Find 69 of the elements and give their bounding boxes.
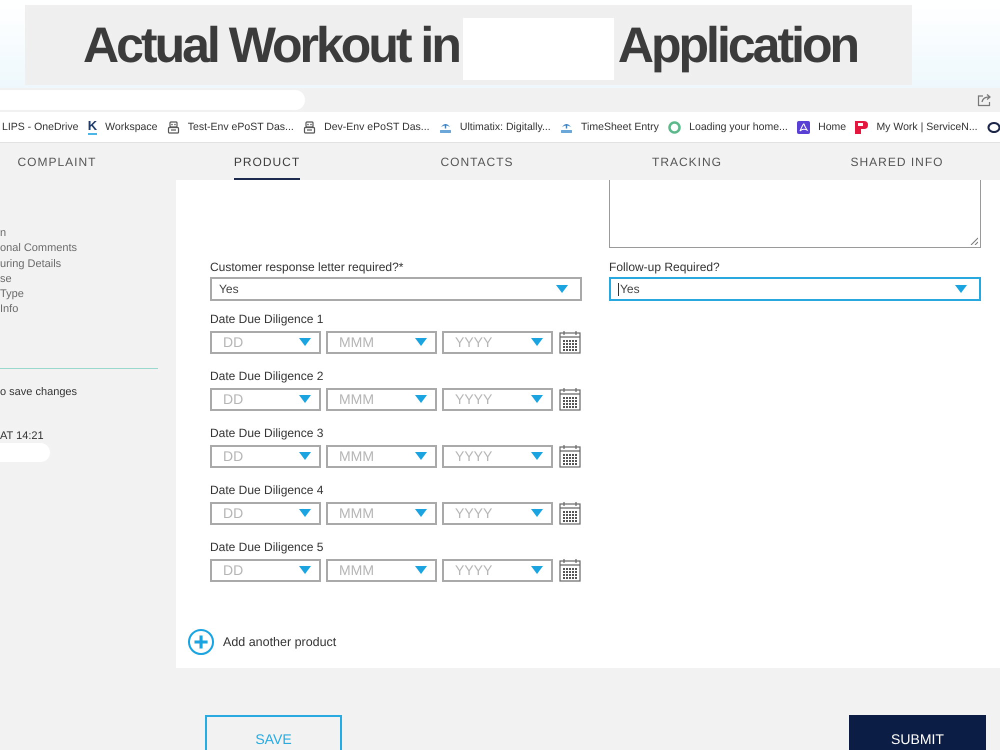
calendar-icon[interactable] xyxy=(559,501,581,525)
caret-icon xyxy=(299,395,311,403)
caret-icon xyxy=(556,285,568,293)
caret-icon xyxy=(299,452,311,460)
add-product-button[interactable]: Add another product xyxy=(188,629,336,655)
field-label: Date Due Diligence 1 xyxy=(210,311,324,327)
tab[interactable]: SHARED INFO xyxy=(850,143,944,180)
tab[interactable]: CONTACTS xyxy=(440,143,514,180)
calendar-icon[interactable] xyxy=(559,558,581,582)
sidebar-link[interactable]: Info xyxy=(0,302,18,318)
caret-icon xyxy=(299,338,311,346)
save-hint-text: o save changes xyxy=(0,384,78,399)
robot-icon xyxy=(166,120,180,134)
field-label: Follow-up Required? xyxy=(609,259,721,275)
timestamp-text: AT 14:21 xyxy=(0,428,44,443)
caret-icon xyxy=(531,452,543,460)
calendar-icon[interactable] xyxy=(559,444,581,468)
caret-icon xyxy=(955,285,967,293)
calendar-icon[interactable] xyxy=(559,330,581,354)
field-label: Date Due Diligence 4 xyxy=(210,482,324,498)
bookmark-link[interactable]: K Workspace xyxy=(88,120,158,134)
dropdown-select[interactable]: Yes xyxy=(609,277,981,301)
slide-title: Actual Workout in xyxy=(83,20,459,70)
caret-icon xyxy=(531,395,543,403)
ring-icon xyxy=(668,120,682,134)
bookmark-link[interactable]: My Work | ServiceN... xyxy=(855,120,978,134)
field-label: Date Due Diligence 2 xyxy=(210,368,324,384)
caret-icon xyxy=(415,338,427,346)
badge-icon xyxy=(855,120,868,134)
comment-textarea[interactable] xyxy=(609,180,981,248)
bookmark-link[interactable]: Home xyxy=(797,120,846,134)
bookmark-link[interactable]: Ultimatix: Digitally... xyxy=(438,120,551,134)
tab[interactable]: COMPLAINT xyxy=(17,143,96,180)
bookmark-link[interactable]: Test-Env ePoST Das... xyxy=(166,120,294,134)
sidebar-link[interactable]: se xyxy=(0,272,12,288)
slide-title: Application xyxy=(618,20,858,70)
logo-letter: K xyxy=(88,120,98,134)
bookmark-link[interactable]: TimeSheet Entry xyxy=(560,120,659,134)
dropdown-select[interactable]: Yes xyxy=(210,277,582,301)
calendar-icon[interactable] xyxy=(559,387,581,411)
caret-icon xyxy=(531,509,543,517)
bookmark-link[interactable]: Loading your home... xyxy=(668,120,788,134)
caret-icon xyxy=(531,566,543,574)
sidebar-link[interactable]: uring Details xyxy=(0,256,62,272)
ring-icon xyxy=(986,120,1000,134)
resize-grip-icon[interactable] xyxy=(970,237,978,245)
caret-icon xyxy=(299,566,311,574)
caret-icon xyxy=(415,452,427,460)
tab[interactable]: TRACKING xyxy=(652,143,722,180)
add-icon xyxy=(188,629,214,655)
share-icon[interactable] xyxy=(977,93,992,107)
field-label: Date Due Diligence 3 xyxy=(210,425,324,441)
bookmark-link[interactable] xyxy=(986,120,1000,134)
bookmark-link[interactable]: Dev-Env ePoST Das... xyxy=(303,120,430,134)
sidebar-link[interactable]: Type xyxy=(0,287,24,302)
sidebar-link[interactable]: onal Comments xyxy=(0,241,78,257)
caret-icon xyxy=(415,566,427,574)
field-label: Date Due Diligence 5 xyxy=(210,539,324,555)
caret-icon xyxy=(531,338,543,346)
submit-button[interactable]: SUBMIT xyxy=(849,715,986,750)
caret-icon xyxy=(415,395,427,403)
bookmark-link[interactable]: LIPS - OneDrive xyxy=(2,121,78,133)
field-label: Customer response letter required?* xyxy=(210,259,404,275)
robot-icon xyxy=(303,120,316,134)
sidebar-link[interactable]: n xyxy=(0,226,6,242)
caret-icon xyxy=(299,509,311,517)
tile-icon xyxy=(797,120,810,134)
caret-icon xyxy=(415,509,427,517)
text-cursor-icon xyxy=(618,282,619,296)
